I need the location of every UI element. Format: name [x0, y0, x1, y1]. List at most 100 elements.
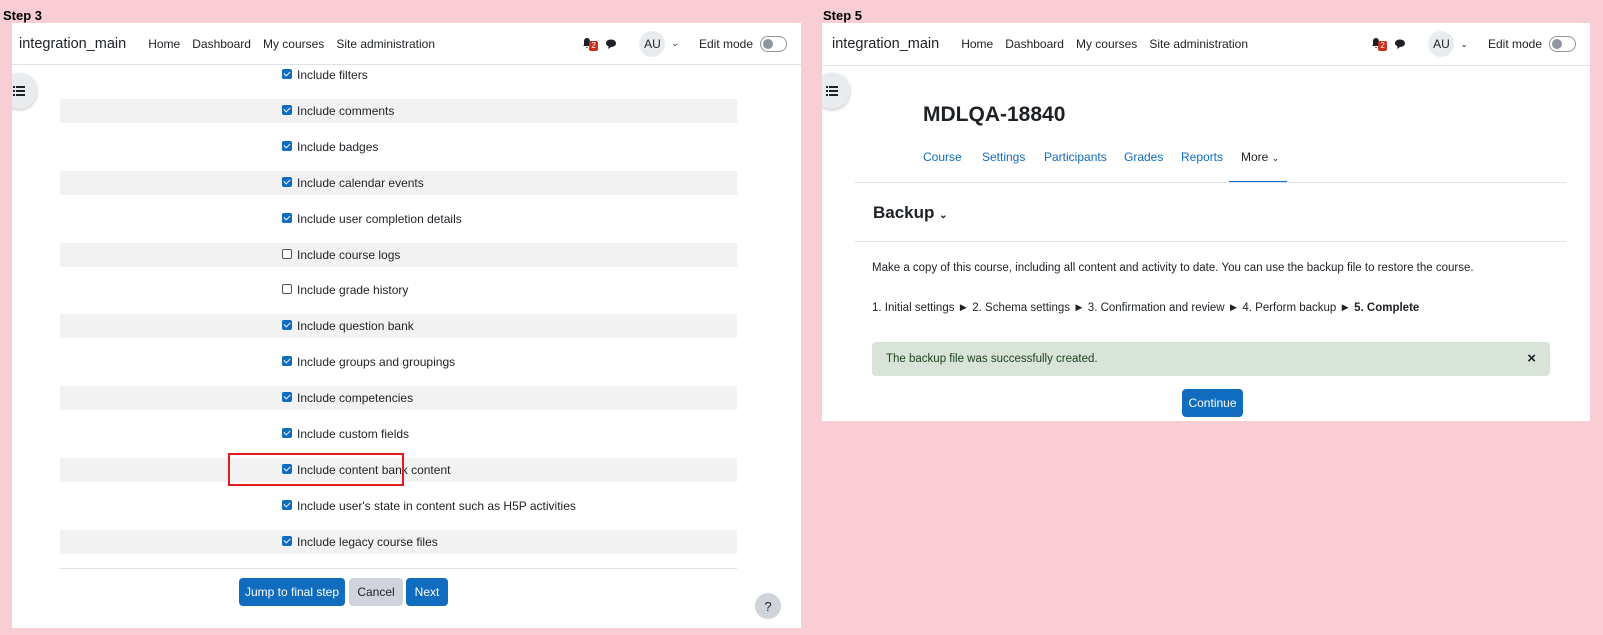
course-index-drawer-button[interactable]	[822, 73, 850, 109]
backup-option-row: Include custom fields	[60, 422, 737, 446]
option-checkbox[interactable]	[282, 320, 292, 331]
list-icon	[13, 86, 25, 96]
edit-mode-label: Edit mode	[1487, 37, 1542, 51]
option-checkbox[interactable]	[282, 535, 292, 546]
chevron-down-icon: ⌄	[1271, 153, 1280, 163]
backup-option-row: Include filters	[60, 63, 737, 87]
backup-option-row: Include legacy course files	[60, 529, 737, 554]
backup-option-row: Include comments	[60, 98, 737, 123]
option-checkbox[interactable]	[282, 356, 292, 367]
option-checkbox[interactable]	[282, 140, 292, 151]
backup-description: Make a copy of this course, including al…	[872, 262, 1474, 274]
step3-panel: integration_main Home Dashboard My cours…	[12, 23, 801, 628]
backup-option-row: Include competencies	[60, 386, 737, 411]
step3-navbar: integration_main Home Dashboard My cours…	[12, 23, 801, 65]
option-label[interactable]: Include filters	[297, 68, 368, 82]
cancel-button[interactable]: Cancel	[349, 578, 403, 606]
close-icon[interactable]: ×	[1527, 350, 1536, 367]
progress-current-step: 5. Complete	[1354, 302, 1420, 314]
option-label[interactable]: Include comments	[297, 104, 394, 118]
nav-dashboard[interactable]: Dashboard	[192, 37, 251, 51]
continue-button[interactable]: Continue	[1182, 389, 1243, 417]
section-divider	[855, 241, 1566, 242]
chevron-down-icon[interactable]: ⌄	[1460, 39, 1468, 50]
success-alert: The backup file was successfully created…	[872, 342, 1550, 376]
option-label[interactable]: Include badges	[297, 140, 378, 154]
jump-to-final-step-button[interactable]: Jump to final step	[239, 578, 345, 606]
notification-count-badge: 2	[589, 40, 598, 51]
nav-dashboard[interactable]: Dashboard	[1005, 37, 1064, 51]
backup-option-row: Include groups and groupings	[60, 350, 737, 374]
tab-participants[interactable]: Participants	[1044, 150, 1107, 164]
option-label[interactable]: Include groups and groupings	[297, 355, 455, 369]
list-icon	[826, 86, 838, 96]
notification-bell-icon[interactable]: 2	[581, 37, 598, 51]
option-label[interactable]: Include custom fields	[297, 427, 409, 441]
step5-panel: integration_main Home Dashboard My cours…	[822, 23, 1590, 421]
option-label[interactable]: Include user completion details	[297, 212, 462, 226]
tab-more-label: More	[1241, 150, 1269, 164]
form-divider	[60, 568, 737, 569]
option-label[interactable]: Include legacy course files	[297, 535, 438, 549]
option-checkbox[interactable]	[282, 284, 292, 295]
success-alert-message: The backup file was successfully created…	[886, 353, 1098, 365]
step5-label: Step 5	[823, 8, 863, 23]
tab-grades[interactable]: Grades	[1124, 150, 1163, 164]
option-checkbox[interactable]	[282, 499, 292, 510]
backup-progress-breadcrumb: 1. Initial settings ► 2. Schema settings…	[872, 302, 1419, 314]
notification-bell-icon[interactable]: 2	[1370, 37, 1387, 51]
option-checkbox[interactable]	[282, 248, 292, 259]
tab-more[interactable]: More ⌄	[1241, 150, 1279, 164]
messages-icon[interactable]	[605, 38, 617, 50]
backup-option-row: Include badges	[60, 135, 737, 159]
option-label[interactable]: Include user's state in content such as …	[297, 499, 576, 513]
nav-site-administration[interactable]: Site administration	[336, 37, 435, 51]
tab-course[interactable]: Course	[923, 150, 962, 164]
nav-site-administration[interactable]: Site administration	[1149, 37, 1248, 51]
site-brand[interactable]: integration_main	[19, 36, 126, 52]
backup-option-row: Include grade history	[60, 278, 737, 302]
backup-option-row: Include user's state in content such as …	[60, 494, 737, 518]
chevron-down-icon[interactable]: ⌄	[671, 38, 679, 49]
edit-mode-toggle[interactable]	[1549, 36, 1576, 52]
next-button[interactable]: Next	[406, 578, 448, 606]
option-checkbox[interactable]	[282, 69, 292, 79]
backup-option-row: Include user completion details	[60, 207, 737, 231]
step3-label: Step 3	[3, 8, 43, 23]
option-checkbox[interactable]	[282, 392, 292, 403]
option-checkbox[interactable]	[282, 428, 292, 438]
user-avatar[interactable]: AU	[1428, 31, 1455, 57]
option-label[interactable]: Include competencies	[297, 391, 413, 405]
site-brand[interactable]: integration_main	[832, 36, 939, 52]
option-label[interactable]: Include grade history	[297, 283, 408, 297]
edit-mode-label: Edit mode	[698, 36, 753, 51]
backup-option-row: Include course logs	[60, 242, 737, 267]
option-checkbox[interactable]	[282, 104, 292, 115]
step5-navbar: integration_main Home Dashboard My cours…	[822, 23, 1590, 66]
course-index-drawer-button[interactable]	[12, 73, 37, 109]
messages-icon[interactable]	[1394, 38, 1406, 50]
backup-option-row: Include question bank	[60, 314, 737, 339]
edit-mode-toggle[interactable]	[760, 35, 787, 52]
chevron-down-icon: ⌄	[939, 210, 948, 221]
notification-count-badge: 2	[1378, 41, 1387, 51]
nav-home[interactable]: Home	[148, 37, 180, 51]
option-checkbox[interactable]	[282, 176, 292, 187]
option-label[interactable]: Include course logs	[297, 248, 400, 262]
nav-home[interactable]: Home	[961, 37, 993, 51]
tab-reports[interactable]: Reports	[1181, 150, 1223, 164]
backup-heading-text: Backup	[873, 203, 935, 222]
course-title: MDLQA-18840	[923, 103, 1066, 126]
option-label[interactable]: Include calendar events	[297, 176, 424, 190]
tab-settings[interactable]: Settings	[982, 150, 1025, 164]
tabs-divider	[855, 182, 1566, 183]
option-label[interactable]: Include question bank	[297, 319, 414, 333]
help-button[interactable]: ?	[755, 593, 781, 619]
nav-my-courses[interactable]: My courses	[263, 37, 324, 51]
nav-my-courses[interactable]: My courses	[1076, 37, 1137, 51]
backup-heading[interactable]: Backup ⌄	[873, 203, 948, 223]
progress-steps: 1. Initial settings ► 2. Schema settings…	[872, 302, 1355, 314]
option-checkbox[interactable]	[282, 212, 292, 223]
user-avatar[interactable]: AU	[639, 30, 666, 57]
backup-option-row: Include calendar events	[60, 170, 737, 195]
